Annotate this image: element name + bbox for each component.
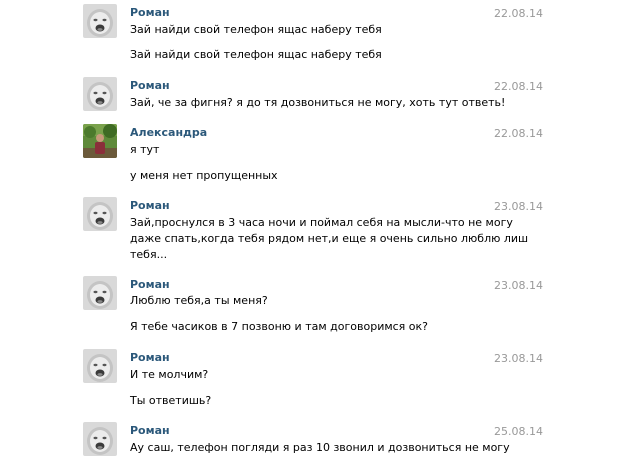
message-date[interactable]: 23.08.14 bbox=[494, 200, 543, 213]
message-history: Роман 22.08.14 Зай найди свой телефон ящ… bbox=[0, 0, 617, 463]
avatar[interactable] bbox=[83, 276, 117, 310]
baby-photo bbox=[83, 349, 117, 383]
avatar[interactable] bbox=[83, 77, 117, 111]
message-text: даже спать,когда тебя рядом нет,и еще я … bbox=[130, 232, 529, 245]
message-text: у меня нет пропущенных bbox=[130, 169, 278, 182]
outdoor-photo bbox=[83, 124, 117, 158]
baby-photo bbox=[83, 276, 117, 310]
author-name[interactable]: Роман bbox=[130, 199, 170, 212]
message-text: Зай найди свой телефон ящас наберу тебя bbox=[130, 48, 382, 61]
author-name[interactable]: Роман bbox=[130, 351, 170, 364]
message-text: я тут bbox=[130, 143, 160, 156]
avatar[interactable] bbox=[83, 349, 117, 383]
message-text: Зай найди свой телефон ящас наберу тебя bbox=[130, 23, 382, 36]
author-name[interactable]: Роман bbox=[130, 6, 170, 19]
baby-photo bbox=[83, 77, 117, 111]
author-name[interactable]: Роман bbox=[130, 424, 170, 437]
author-name[interactable]: Роман bbox=[130, 79, 170, 92]
baby-photo bbox=[83, 422, 117, 456]
author-name[interactable]: Александра bbox=[130, 126, 207, 139]
avatar[interactable] bbox=[83, 124, 117, 158]
baby-photo bbox=[83, 197, 117, 231]
message-date[interactable]: 23.08.14 bbox=[494, 279, 543, 292]
message-text: тебя... bbox=[130, 248, 168, 261]
message-text: Люблю тебя,а ты меня? bbox=[130, 294, 268, 307]
message-text: И те молчим? bbox=[130, 368, 209, 381]
message-date[interactable]: 22.08.14 bbox=[494, 7, 543, 20]
message-date[interactable]: 23.08.14 bbox=[494, 352, 543, 365]
message-text: Зай, че за фигня? я до тя дозвониться не… bbox=[130, 96, 506, 109]
message-text: Ау саш, телефон погляди я раз 10 звонил … bbox=[130, 441, 510, 454]
message-text: Я тебе часиков в 7 позвоню и там договор… bbox=[130, 320, 429, 333]
message-text: Зай,проснулся в 3 часа ночи и поймал себ… bbox=[130, 216, 513, 229]
avatar[interactable] bbox=[83, 4, 117, 38]
author-name[interactable]: Роман bbox=[130, 278, 170, 291]
message-date[interactable]: 25.08.14 bbox=[494, 425, 543, 438]
avatar[interactable] bbox=[83, 422, 117, 456]
message-date[interactable]: 22.08.14 bbox=[494, 127, 543, 140]
avatar[interactable] bbox=[83, 197, 117, 231]
message-date[interactable]: 22.08.14 bbox=[494, 80, 543, 93]
baby-photo bbox=[83, 4, 117, 38]
message-text: Ты ответишь? bbox=[130, 394, 212, 407]
